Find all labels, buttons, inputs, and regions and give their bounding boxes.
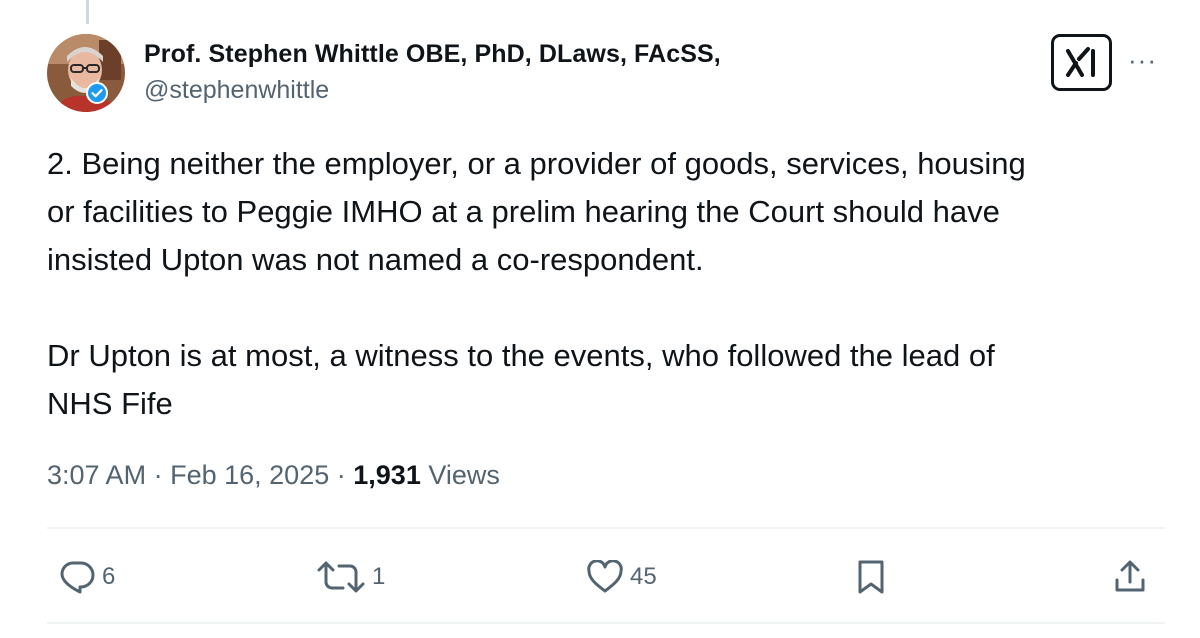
- tweet-date[interactable]: Feb 16, 2025: [170, 460, 329, 490]
- reply-count: 6: [102, 563, 116, 590]
- reply-button[interactable]: 6: [58, 557, 115, 597]
- author-handle[interactable]: @stephenwhittle: [144, 74, 721, 106]
- meta-separator: ·: [336, 460, 346, 490]
- divider: [47, 527, 1165, 529]
- author-block[interactable]: Prof. Stephen Whittle OBE, PhD, DLaws, F…: [144, 38, 721, 106]
- views-label: Views: [428, 460, 500, 490]
- repost-button[interactable]: 1: [316, 557, 385, 597]
- grok-icon: [1065, 46, 1095, 77]
- author-display-name[interactable]: Prof. Stephen Whittle OBE, PhD, DLaws, F…: [144, 38, 721, 70]
- verified-badge-icon: [86, 82, 108, 104]
- tweet-time[interactable]: 3:07 AM: [47, 460, 146, 490]
- more-options-button[interactable]: ···: [1128, 47, 1157, 73]
- like-button[interactable]: 45: [586, 557, 657, 597]
- tweet-meta: 3:07 AM · Feb 16, 2025 · 1,931 Views: [47, 455, 500, 495]
- like-count: 45: [630, 563, 657, 590]
- divider: [47, 622, 1165, 624]
- heart-icon: [587, 560, 623, 593]
- reply-icon: [60, 561, 95, 594]
- repost-icon: [317, 561, 365, 593]
- thread-connector-line: [86, 0, 89, 24]
- bookmark-icon: [858, 560, 884, 594]
- tweet-text: 2. Being neither the employer, or a prov…: [47, 146, 1026, 421]
- grok-button[interactable]: [1051, 34, 1112, 91]
- share-button[interactable]: [1114, 557, 1146, 597]
- repost-count: 1: [372, 563, 386, 590]
- more-icon: ···: [1128, 45, 1157, 75]
- views-count[interactable]: 1,931: [353, 460, 421, 490]
- meta-separator: ·: [153, 460, 163, 490]
- share-icon: [1115, 560, 1145, 592]
- bookmark-button[interactable]: [856, 557, 886, 597]
